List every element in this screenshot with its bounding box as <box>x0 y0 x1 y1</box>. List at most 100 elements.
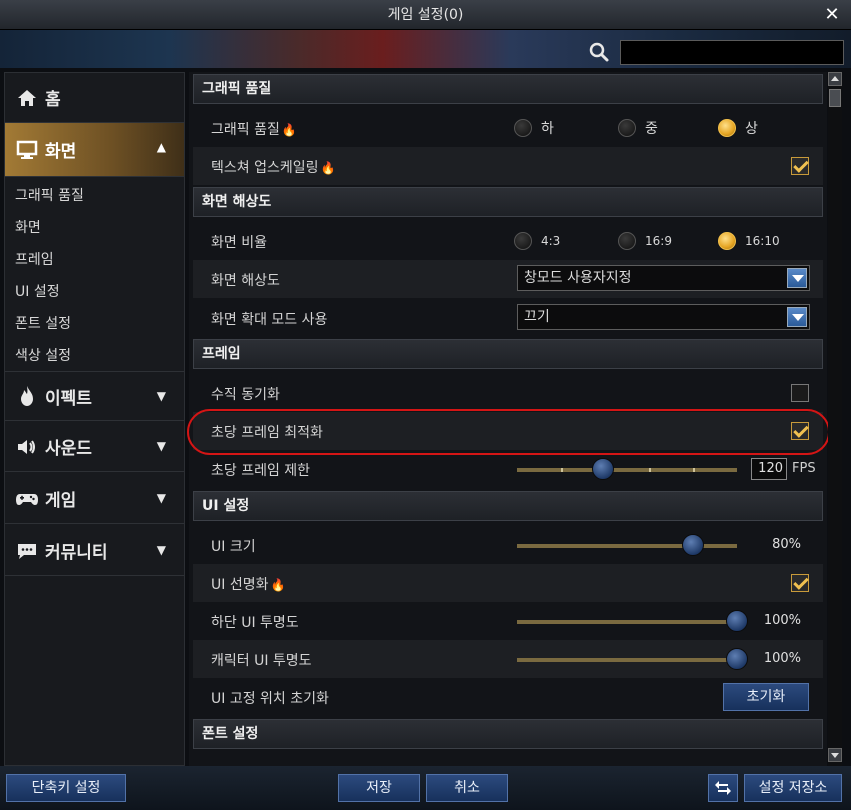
cancel-button[interactable]: 취소 <box>426 774 508 802</box>
sidebar-item-label: 게임 <box>45 491 77 511</box>
char-ui-opacity-slider[interactable] <box>517 648 748 670</box>
scroll-up-icon[interactable] <box>828 72 842 86</box>
sidebar-item-effect[interactable]: 이펙트 ▼ <box>5 371 184 421</box>
section-header-resolution: 화면 해상도 <box>193 187 823 217</box>
row-label: UI 크기 <box>211 539 256 555</box>
sidebar-item-label: 사운드 <box>45 439 92 459</box>
save-button[interactable]: 저장 <box>338 774 420 802</box>
bottom-ui-opacity-slider[interactable] <box>517 610 748 632</box>
sidebar-item-label: 커뮤니티 <box>45 543 108 563</box>
sidebar-item-label: 홈 <box>45 90 61 110</box>
flame-icon: 🔥 <box>320 161 336 175</box>
row-label: 텍스쳐 업스케일링 🔥 <box>211 160 336 176</box>
settings-window: 게임 설정(0) ✕ 홈 화면 ▲ 그래픽 품질 화면 프레임 UI 설정 폰트… <box>0 0 851 810</box>
sidebar-subitem-screen[interactable]: 화면 <box>15 217 41 237</box>
shortcut-settings-button[interactable]: 단축키 설정 <box>6 774 126 802</box>
row-label: 그래픽 품질 🔥 <box>211 122 297 138</box>
monitor-icon <box>16 140 38 159</box>
row-resolution: 화면 해상도 창모드 사용자지정 <box>193 260 823 298</box>
row-label: UI 고정 위치 초기화 <box>211 691 329 707</box>
row-label: 초당 프레임 최적화 <box>211 425 323 441</box>
frame-optimize-checkbox[interactable] <box>791 422 809 440</box>
chevron-down-icon: ▼ <box>156 543 166 557</box>
bottom-ui-opacity-value: 100% <box>763 613 801 628</box>
char-ui-opacity-value: 100% <box>763 651 801 666</box>
refresh-button[interactable] <box>708 774 738 802</box>
row-texture-upscale: 텍스쳐 업스케일링 🔥 <box>193 147 823 185</box>
slider-knob[interactable] <box>682 534 704 556</box>
flame-icon: 🔥 <box>281 123 297 137</box>
search-icon[interactable] <box>588 41 610 63</box>
sidebar-item-home[interactable]: 홈 <box>5 73 184 123</box>
chat-icon <box>18 543 36 559</box>
row-char-ui-opacity: 캐릭터 UI 투명도 100% <box>193 640 823 678</box>
row-graphics-quality: 그래픽 품질 🔥 하 중 상 <box>193 109 823 147</box>
sidebar-item-display[interactable]: 화면 ▲ <box>5 123 184 177</box>
home-icon <box>18 89 36 106</box>
ui-reset-button[interactable]: 초기화 <box>723 683 809 711</box>
ui-size-slider[interactable] <box>517 534 737 556</box>
chevron-down-icon <box>787 268 807 288</box>
sidebar-item-label: 화면 <box>45 142 77 162</box>
settings-storage-button[interactable]: 설정 저장소 <box>744 774 842 802</box>
section-header-graphics: 그래픽 품질 <box>193 74 823 104</box>
zoom-mode-select[interactable]: 끄기 <box>517 304 810 330</box>
sidebar-subitem-font[interactable]: 폰트 설정 <box>15 313 71 333</box>
fps-unit: FPS <box>792 461 816 476</box>
chevron-up-icon: ▲ <box>156 140 166 154</box>
radio-quality-mid[interactable]: 중 <box>618 118 658 138</box>
row-aspect-ratio: 화면 비율 4:3 16:9 16:10 <box>193 222 823 260</box>
speaker-icon <box>18 439 35 454</box>
chevron-down-icon <box>787 307 807 327</box>
row-bottom-ui-opacity: 하단 UI 투명도 100% <box>193 602 823 640</box>
sidebar-subitem-ui[interactable]: UI 설정 <box>15 281 60 301</box>
radio-quality-low[interactable]: 하 <box>514 118 554 138</box>
window-title: 게임 설정(0) <box>387 7 464 23</box>
row-zoom-mode: 화면 확대 모드 사용 끄기 <box>193 299 823 337</box>
scrollbar[interactable] <box>828 72 842 766</box>
scroll-down-icon[interactable] <box>828 748 842 762</box>
chevron-down-icon: ▼ <box>156 491 166 505</box>
chevron-down-icon: ▼ <box>156 439 166 453</box>
section-header-ui: UI 설정 <box>193 491 823 521</box>
row-label: 캐릭터 UI 투명도 <box>211 653 312 669</box>
radio-quality-high[interactable]: 상 <box>718 118 758 138</box>
row-label: 화면 비율 <box>211 235 267 251</box>
row-ui-sharpen: UI 선명화 🔥 <box>193 564 823 602</box>
slider-knob[interactable] <box>726 648 748 670</box>
gamepad-icon <box>16 493 38 505</box>
scroll-thumb[interactable] <box>829 89 841 107</box>
ui-sharpen-checkbox[interactable] <box>791 574 809 592</box>
radio-aspect-16-9[interactable]: 16:9 <box>618 231 672 251</box>
flame-icon <box>21 386 33 406</box>
row-label: 화면 확대 모드 사용 <box>211 312 328 328</box>
row-vsync: 수직 동기화 <box>193 374 823 412</box>
frame-limit-value[interactable]: 120 <box>751 458 787 480</box>
footer-bar: 단축키 설정 저장 취소 설정 저장소 <box>0 766 851 810</box>
row-frame-optimize: 초당 프레임 최적화 <box>193 412 823 450</box>
flame-icon: 🔥 <box>270 578 286 592</box>
radio-aspect-4-3[interactable]: 4:3 <box>514 231 560 251</box>
row-label: UI 선명화 🔥 <box>211 577 286 593</box>
close-icon[interactable]: ✕ <box>821 0 843 30</box>
sidebar-item-community[interactable]: 커뮤니티 ▼ <box>5 526 184 576</box>
sidebar-subitem-color[interactable]: 색상 설정 <box>15 345 71 365</box>
sidebar: 홈 화면 ▲ 그래픽 품질 화면 프레임 UI 설정 폰트 설정 색상 설정 이… <box>4 72 185 766</box>
radio-aspect-16-10[interactable]: 16:10 <box>718 231 780 251</box>
texture-upscale-checkbox[interactable] <box>791 157 809 175</box>
chevron-down-icon: ▼ <box>156 389 166 403</box>
sidebar-item-sound[interactable]: 사운드 ▼ <box>5 422 184 472</box>
slider-knob[interactable] <box>591 458 614 480</box>
sidebar-item-game[interactable]: 게임 ▼ <box>5 474 184 524</box>
resolution-select[interactable]: 창모드 사용자지정 <box>517 265 810 291</box>
frame-limit-slider[interactable] <box>517 458 737 480</box>
sidebar-subitem-graphics[interactable]: 그래픽 품질 <box>15 185 84 205</box>
slider-knob[interactable] <box>726 610 748 632</box>
search-input[interactable] <box>620 40 844 65</box>
sidebar-subitem-frame[interactable]: 프레임 <box>15 249 54 269</box>
row-label: 하단 UI 투명도 <box>211 615 299 631</box>
section-header-font: 폰트 설정 <box>193 719 823 749</box>
row-ui-size: UI 크기 80% <box>193 526 823 564</box>
row-label: 화면 해상도 <box>211 273 280 289</box>
vsync-checkbox[interactable] <box>791 384 809 402</box>
